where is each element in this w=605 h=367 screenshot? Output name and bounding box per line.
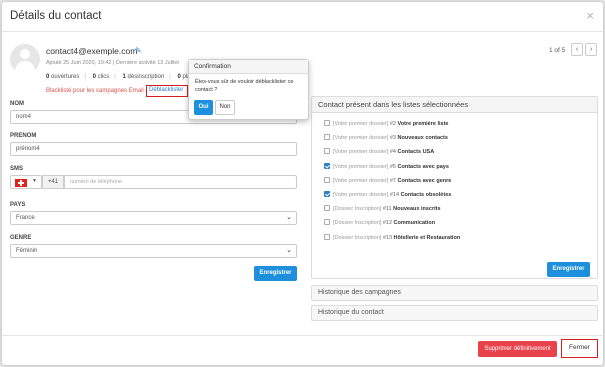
unblacklist-link[interactable]: Déblacklister <box>146 85 188 97</box>
dial-code: +41 <box>42 175 64 189</box>
lists-panel-title: Contact présent dans les listes sélectio… <box>312 97 597 113</box>
genre-label: GENRE <box>10 235 32 241</box>
avatar <box>10 44 40 74</box>
list-checkbox[interactable] <box>324 120 330 126</box>
list-checkbox[interactable] <box>324 176 330 183</box>
list-item[interactable]: [Votre premier dossier] #5 Contacts avec… <box>324 162 449 170</box>
list-checkbox[interactable] <box>324 191 330 197</box>
list-number: #4 <box>389 149 396 156</box>
swiss-flag-icon <box>15 179 27 187</box>
confirm-no-button[interactable]: Non <box>215 100 235 115</box>
list-checkbox[interactable] <box>324 219 330 226</box>
list-folder: [Votre premier dossier] <box>333 149 389 156</box>
chevron-down-icon: ⌄ <box>286 247 292 254</box>
list-item[interactable]: [Votre premier dossier] #14 Contacts obs… <box>324 191 451 198</box>
contact-stats: 0 ouvertures | 0 clics | 1 désinscription |… <box>46 74 192 80</box>
list-item[interactable]: [Dossier Inscription] #11 Nouveaux inscr… <box>324 205 441 212</box>
delete-permanently-button[interactable]: Supprimer définitivement <box>478 341 557 357</box>
save-lists-button[interactable]: Enregistrer <box>547 262 590 277</box>
list-number: #13 <box>382 234 393 241</box>
list-folder: [Dossier Inscription] <box>333 206 382 213</box>
genre-value: Féminin <box>16 248 38 254</box>
pager-count: 1 of 5 <box>549 47 566 54</box>
phone-input[interactable]: numéro de téléphone <box>64 175 297 189</box>
pencil-icon[interactable]: ✎ <box>135 46 142 55</box>
list-item[interactable]: [Dossier Inscription] #12 Communication <box>324 219 435 226</box>
list-folder: [Dossier Inscription] <box>333 234 382 241</box>
list-number: #12 <box>382 220 393 227</box>
list-name: Nouveaux contacts <box>397 135 448 142</box>
pays-label: PAYS <box>10 202 26 208</box>
list-folder: [Dossier Inscription] <box>333 220 382 227</box>
confirmation-popover: Confirmation Êtes-vous sûr de vouloir dé… <box>188 59 309 120</box>
list-number: #11 <box>382 206 392 213</box>
list-item[interactable]: [Votre premier dossier] #4 Contacts USA <box>324 148 434 155</box>
list-name: Contacts obsolètes <box>400 192 452 198</box>
list-folder: [Votre premier dossier] <box>333 135 389 142</box>
list-number: #7 <box>389 177 396 184</box>
contact-details-modal: Détails du contact × contact4@exemple.co… <box>2 2 603 365</box>
genre-select[interactable]: Féminin ⌄ <box>10 244 297 258</box>
save-contact-button[interactable]: Enregistrer <box>254 266 297 281</box>
list-number: #14 <box>389 192 400 198</box>
country-flag-select[interactable]: ▼ <box>10 175 42 189</box>
complaints-count: 0 <box>177 74 181 80</box>
list-folder: [Votre premier dossier] <box>333 177 389 184</box>
opens-label: ouvertures <box>51 74 80 80</box>
confirm-yes-button[interactable]: Oui <box>194 100 213 115</box>
blacklist-status: Blacklisté pour les campagnes Email & <box>46 88 150 94</box>
clicks-label: clics <box>97 74 110 80</box>
list-number: #2 <box>389 121 396 127</box>
list-checkbox[interactable] <box>324 205 330 212</box>
list-checkbox[interactable] <box>324 162 330 169</box>
list-number: #3 <box>389 135 396 142</box>
contact-email: contact4@exemple.com <box>46 46 138 56</box>
lists-panel: Contact présent dans les listes sélectio… <box>311 96 598 279</box>
list-item[interactable]: [Votre premier dossier] #2 Votre premièr… <box>324 120 448 127</box>
modal-header: Détails du contact × <box>2 2 603 32</box>
close-icon[interactable]: × <box>586 8 594 23</box>
list-name: Contacts avec genre <box>397 177 452 184</box>
list-name: Votre première liste <box>397 121 449 127</box>
list-name: Nouveaux inscrits <box>393 206 441 213</box>
list-name: Hôtellerie et Restauration <box>393 234 461 241</box>
unsub-count: 1 <box>122 74 126 80</box>
chevron-down-icon: ▼ <box>32 178 37 184</box>
contact-history-accordion[interactable]: Historique du contact <box>311 305 598 321</box>
unsub-label: désinscription <box>127 74 165 80</box>
close-button[interactable]: Fermer <box>561 339 598 358</box>
list-folder: [Votre premier dossier] <box>333 121 389 127</box>
campaigns-history-accordion[interactable]: Historique des campagnes <box>311 285 598 301</box>
popover-message: Êtes-vous sûr de vouloir déblacklister c… <box>195 79 294 93</box>
list-item[interactable]: [Votre premier dossier] #3 Nouveaux cont… <box>324 134 448 141</box>
pays-value: France <box>16 215 35 221</box>
clicks-count: 0 <box>92 74 96 80</box>
prenom-input[interactable]: prénom4 <box>10 142 297 156</box>
list-checkbox[interactable] <box>324 233 330 240</box>
chevron-down-icon: ⌄ <box>286 214 292 221</box>
list-name: Contacts USA <box>397 149 435 156</box>
list-item[interactable]: [Dossier Inscription] #13 Hôtellerie et … <box>324 233 461 241</box>
list-item[interactable]: [Votre premier dossier] #7 Contacts avec… <box>324 176 452 184</box>
sms-label: SMS <box>10 166 24 172</box>
opens-count: 0 <box>46 74 50 80</box>
list-folder: [Votre premier dossier] <box>333 163 389 170</box>
modal-title: Détails du contact <box>10 10 102 22</box>
list-name: Contacts avec pays <box>397 163 449 170</box>
pays-select[interactable]: France ⌄ <box>10 211 297 225</box>
list-checkbox[interactable] <box>324 134 330 141</box>
pager-prev-button[interactable]: ‹ <box>571 43 583 56</box>
contact-added-date: Ajouté 25 Juin 2020, 10:42 | Dernière ac… <box>46 60 179 66</box>
list-checkbox[interactable] <box>324 148 330 155</box>
list-name: Communication <box>393 220 436 227</box>
nom-label: NOM <box>10 101 24 107</box>
list-folder: [Votre premier dossier] <box>333 192 389 198</box>
prenom-label: PRENOM <box>10 133 37 139</box>
popover-title: Confirmation <box>189 60 308 74</box>
pager-next-button[interactable]: › <box>585 43 597 56</box>
list-number: #5 <box>389 163 396 170</box>
